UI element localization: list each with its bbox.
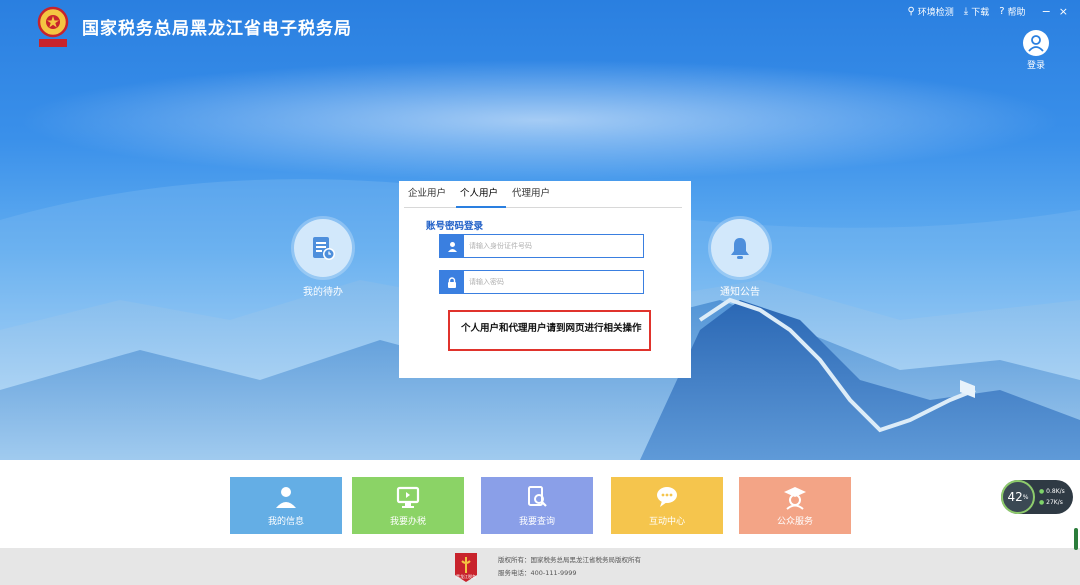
tax-handling-label: 我要办税 xyxy=(389,517,426,527)
tax-handling-tile[interactable]: 我要办税 xyxy=(352,477,464,534)
environment-check-link[interactable]: ⚲ 环境检测 xyxy=(907,5,953,18)
my-info-label: 我的信息 xyxy=(267,517,304,527)
wrench-icon: ⚲ xyxy=(907,6,915,17)
query-tile[interactable]: 我要查询 xyxy=(481,477,593,534)
tax-bureau-emblem-icon xyxy=(37,6,69,47)
tab-enterprise-user[interactable]: 企业用户 xyxy=(404,186,454,207)
svg-text:黑龙江税务: 黑龙江税务 xyxy=(456,573,476,579)
footer-text: 版权所有：国家税务总局黑龙江省税务局版权所有 服务电话：400-111-9999 xyxy=(498,554,641,580)
todo-list-icon xyxy=(294,219,352,277)
service-phone-text: 服务电话：400-111-9999 xyxy=(498,569,577,577)
interaction-center-label: 互动中心 xyxy=(648,517,685,527)
my-todo-button[interactable]: 我的待办 xyxy=(283,219,363,298)
copyright-text: 版权所有：国家税务总局黑龙江省税务局版权所有 xyxy=(498,556,641,564)
footer: 黑龙江税务 版权所有：国家税务总局黑龙江省税务局版权所有 服务电话：400-11… xyxy=(0,548,1080,585)
login-heading: 账号密码登录 xyxy=(426,221,484,232)
user-icon xyxy=(440,235,464,257)
password-input[interactable] xyxy=(464,271,643,293)
download-icon: ⤓ xyxy=(963,6,969,17)
login-panel: 企业用户 个人用户 代理用户 账号密码登录 个人用户和代理用户请到网页进行相关操… xyxy=(399,181,691,378)
account-field xyxy=(439,234,644,258)
user-type-tabs: 企业用户 个人用户 代理用户 xyxy=(404,186,682,208)
tab-individual-user[interactable]: 个人用户 xyxy=(456,186,507,208)
top-toolbar: ⚲ 环境检测 ⤓ 下载 ? 帮助 − × xyxy=(907,5,1068,18)
help-label: 帮助 xyxy=(1007,8,1026,18)
help-link[interactable]: ? 帮助 xyxy=(999,5,1025,18)
my-info-tile[interactable]: 我的信息 xyxy=(230,477,342,534)
monitor-icon xyxy=(396,486,420,508)
interaction-center-tile[interactable]: 互动中心 xyxy=(611,477,723,534)
login-label: 登录 xyxy=(1026,61,1045,71)
gauge-unit: % xyxy=(1022,493,1029,501)
lock-icon xyxy=(440,271,464,293)
download-label: 下载 xyxy=(971,8,990,18)
heilongjiang-tax-logo: 黑龙江税务 xyxy=(455,553,477,582)
my-todo-label: 我的待办 xyxy=(303,287,343,298)
user-icon xyxy=(1023,30,1049,56)
graduate-icon xyxy=(784,487,806,510)
help-icon: ? xyxy=(999,6,1005,17)
public-service-label: 公众服务 xyxy=(776,517,813,527)
notice-label: 通知公告 xyxy=(720,287,760,298)
bell-icon xyxy=(711,219,769,277)
service-bar: 我的信息 我要办税 我要查询 互动中心 公众服务 xyxy=(0,460,1080,548)
site-title: 国家税务总局黑龙江省电子税务局 xyxy=(82,19,352,39)
account-input[interactable] xyxy=(464,235,643,257)
download-link[interactable]: ⤓ 下载 xyxy=(964,5,989,18)
environment-check-label: 环境检测 xyxy=(917,8,954,18)
scrollbar-thumb[interactable] xyxy=(1074,528,1078,550)
tab-agent-user[interactable]: 代理用户 xyxy=(508,186,558,207)
person-icon xyxy=(276,487,296,508)
search-doc-icon xyxy=(528,486,547,507)
notice-button[interactable]: 通知公告 xyxy=(700,219,780,298)
rates: ● 0.8K/s ● 27K/s xyxy=(1039,488,1065,506)
minimize-button[interactable]: − xyxy=(1042,5,1051,18)
query-label: 我要查询 xyxy=(518,517,555,527)
download-rate: 27K/s xyxy=(1046,499,1063,506)
close-button[interactable]: × xyxy=(1059,5,1068,18)
password-field xyxy=(439,270,644,294)
login-user-button[interactable]: 登录 xyxy=(1016,30,1056,71)
operation-notice: 个人用户和代理用户请到网页进行相关操作 xyxy=(448,310,651,351)
public-service-tile[interactable]: 公众服务 xyxy=(739,477,851,534)
gauge-percent: 42 xyxy=(1007,490,1023,504)
network-speed-widget[interactable]: 42% ● 0.8K/s ● 27K/s xyxy=(1001,480,1073,514)
upload-rate: 0.8K/s xyxy=(1046,488,1065,495)
chat-icon xyxy=(657,487,677,507)
cpu-gauge: 42% xyxy=(1001,480,1035,514)
